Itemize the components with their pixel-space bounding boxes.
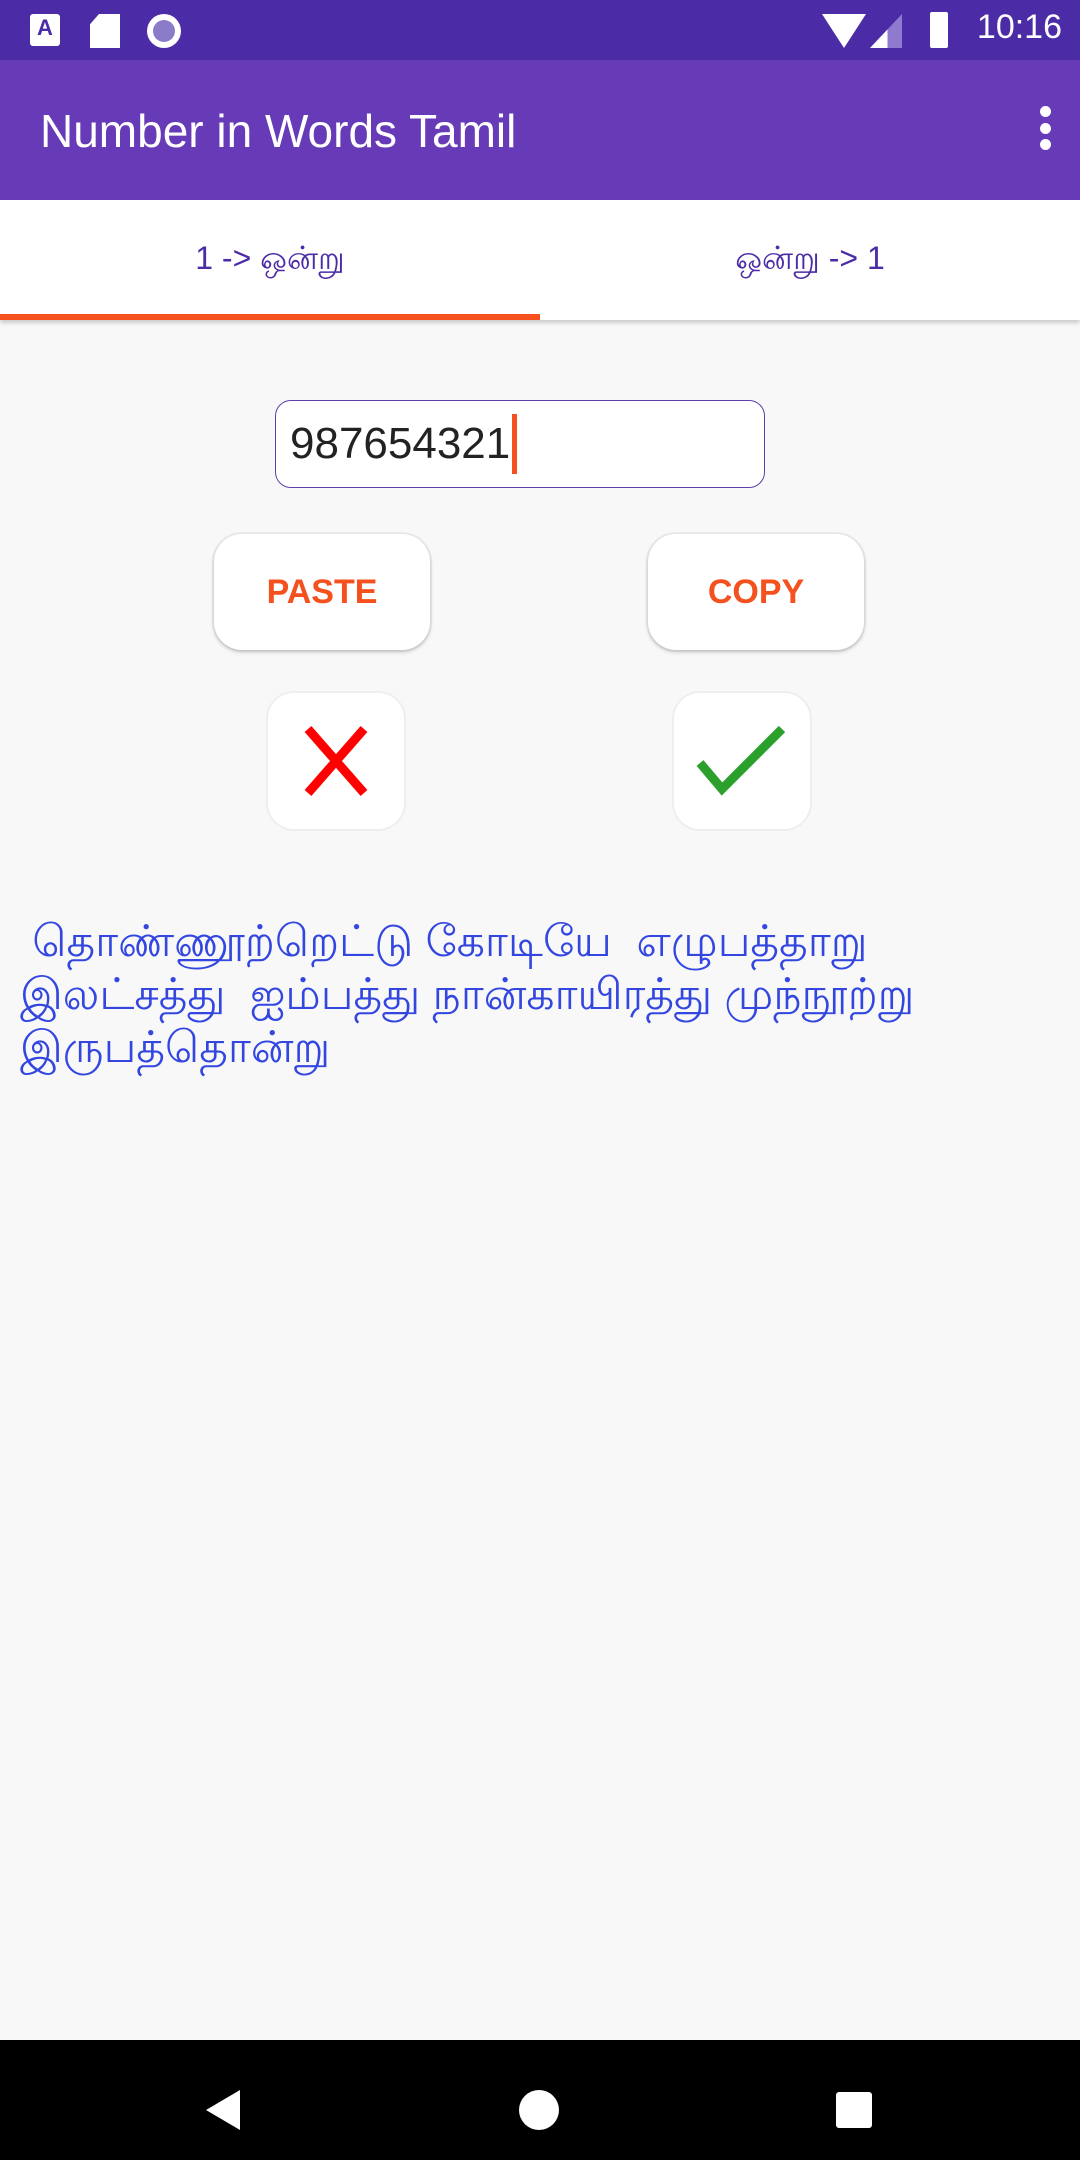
app-bar: Number in Words Tamil xyxy=(0,60,1080,200)
number-input-value: 987654321 xyxy=(290,419,511,468)
recents-icon[interactable] xyxy=(836,2092,872,2128)
convert-button[interactable] xyxy=(674,693,810,829)
signal-icon xyxy=(870,14,902,48)
paste-button[interactable]: PASTE xyxy=(214,534,430,650)
number-input[interactable]: 987654321 xyxy=(275,400,765,488)
sd-card-icon xyxy=(90,14,120,48)
wifi-icon xyxy=(822,14,866,48)
copy-button[interactable]: COPY xyxy=(648,534,864,650)
tab-words-to-number[interactable]: ஒன்று -> 1 xyxy=(540,200,1080,320)
more-vert-icon[interactable] xyxy=(1038,106,1052,150)
battery-icon xyxy=(930,12,948,48)
accessibility-a-icon: A xyxy=(30,14,60,46)
record-icon xyxy=(147,14,181,48)
navigation-bar xyxy=(0,2040,1080,2160)
status-time: 10:16 xyxy=(976,8,1062,46)
home-icon[interactable] xyxy=(519,2090,559,2130)
close-icon xyxy=(304,726,368,796)
check-icon xyxy=(696,725,786,796)
back-icon[interactable] xyxy=(206,2090,240,2130)
tab-indicator xyxy=(0,314,540,320)
text-cursor xyxy=(512,414,518,474)
tab-bar: 1 -> ஒன்று ஒன்று -> 1 xyxy=(0,200,1080,320)
result-text: தொண்ணூற்றெட்டு கோடியே எழுபத்தாறு இலட்சத்… xyxy=(20,917,927,1072)
app-title: Number in Words Tamil xyxy=(40,105,517,157)
tab-number-to-words[interactable]: 1 -> ஒன்று xyxy=(0,200,540,320)
status-bar: A 10:16 xyxy=(0,0,1080,60)
clear-button[interactable] xyxy=(268,693,404,829)
